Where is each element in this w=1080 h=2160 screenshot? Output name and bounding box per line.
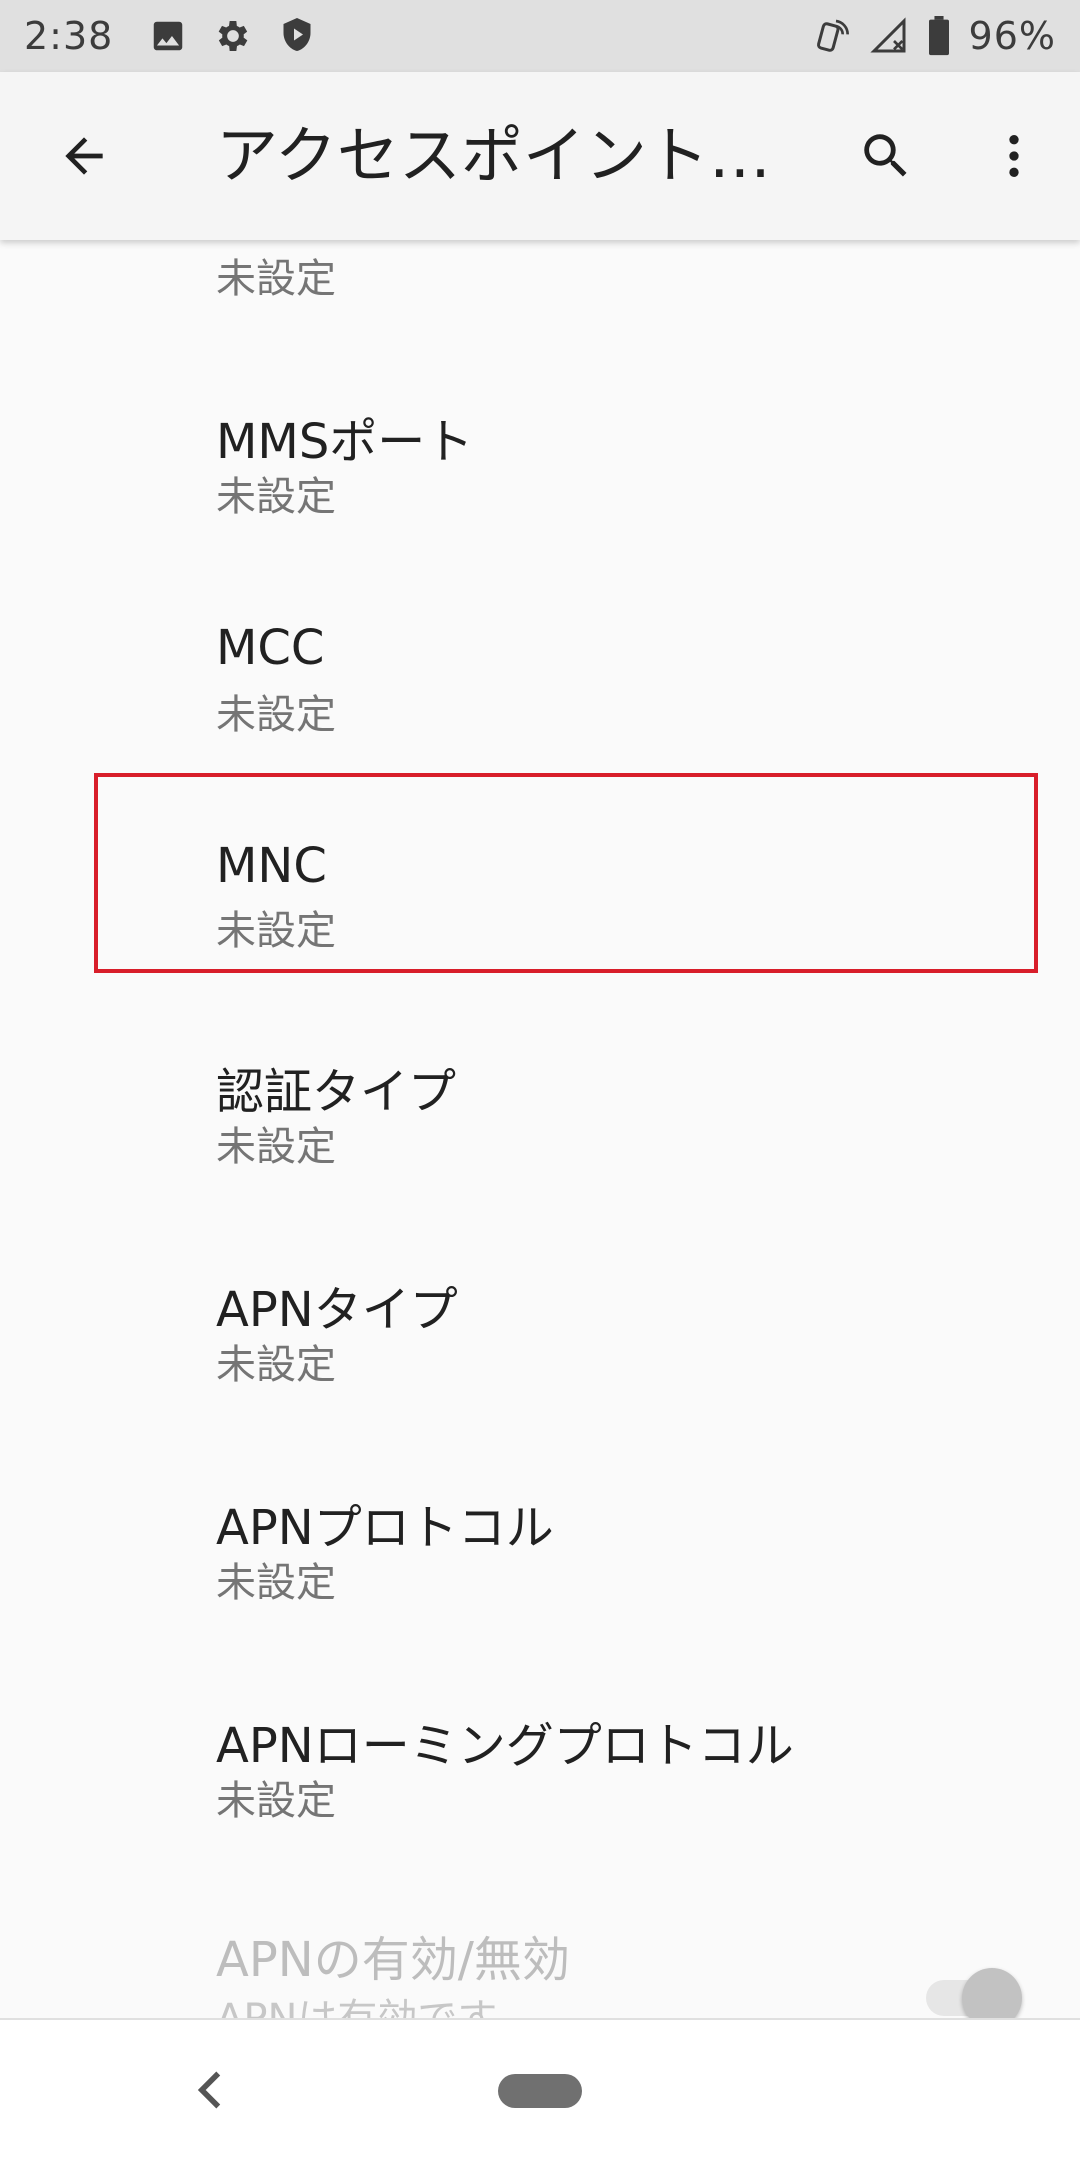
back-button[interactable] xyxy=(40,112,128,200)
pref-summary: APNは有効です xyxy=(216,1986,497,2018)
pref-title: APNの有効/無効 xyxy=(216,1932,570,1988)
navigation-bar xyxy=(0,2018,1080,2160)
pref-summary: 未設定 xyxy=(216,256,336,302)
pref-title: APNタイプ xyxy=(216,1282,458,1338)
pref-item-auth-type[interactable]: 認証タイプ 未設定 xyxy=(0,1000,1080,1218)
signal-no-service-icon xyxy=(869,16,909,56)
nav-back-button[interactable] xyxy=(180,2056,240,2124)
pref-title: APNプロトコル xyxy=(216,1500,554,1556)
more-vert-icon xyxy=(1009,135,1019,177)
highlight-box xyxy=(94,773,1038,973)
pref-item-mcc[interactable]: MCC 未設定 xyxy=(0,564,1080,782)
apn-enable-toggle[interactable] xyxy=(926,1958,1026,2018)
battery-icon xyxy=(927,16,951,56)
home-pill[interactable] xyxy=(498,2074,582,2108)
gear-icon xyxy=(213,16,253,56)
status-bar: 2:38 96% xyxy=(0,0,1080,72)
battery-percent: 96% xyxy=(968,14,1056,58)
pref-summary: 未設定 xyxy=(216,1124,336,1170)
pref-title: MCC xyxy=(216,620,325,676)
back-arrow-icon xyxy=(65,137,103,175)
preference-list[interactable]: 未設定 MMSポート 未設定 MCC 未設定 MNC 未設定 認証タイプ 未設定… xyxy=(0,240,1080,2018)
pref-summary: 未設定 xyxy=(216,692,336,738)
search-button[interactable] xyxy=(842,112,930,200)
shield-icon xyxy=(279,16,315,56)
pref-summary: 未設定 xyxy=(216,474,336,520)
page-title: アクセスポイント… xyxy=(216,119,771,192)
pref-item-apn-protocol[interactable]: APNプロトコル 未設定 xyxy=(0,1436,1080,1654)
pref-item-mms-port[interactable]: MMSポート 未設定 xyxy=(0,346,1080,564)
pref-item-apn-type[interactable]: APNタイプ 未設定 xyxy=(0,1218,1080,1436)
pref-title: 認証タイプ xyxy=(216,1064,457,1120)
app-bar: アクセスポイント… xyxy=(0,72,1080,240)
pref-summary: 未設定 xyxy=(216,1342,336,1388)
status-time: 2:38 xyxy=(24,14,114,58)
pref-item-partial[interactable]: 未設定 xyxy=(0,240,1080,346)
pref-item-apn-enable[interactable]: APNの有効/無効 APNは有効です xyxy=(0,1872,1080,2018)
image-icon xyxy=(149,17,187,55)
nfc-icon xyxy=(811,16,851,56)
pref-item-apn-roaming-protocol[interactable]: APNローミングプロトコル 未設定 xyxy=(0,1654,1080,1872)
search-icon xyxy=(864,134,907,177)
chevron-left-icon xyxy=(197,2071,221,2109)
more-options-button[interactable] xyxy=(970,112,1058,200)
toggle-thumb xyxy=(962,1968,1022,2018)
pref-title: MMSポート xyxy=(216,414,474,470)
pref-summary: 未設定 xyxy=(216,1560,336,1606)
pref-title: APNローミングプロトコル xyxy=(216,1718,794,1774)
pref-summary: 未設定 xyxy=(216,1778,336,1824)
